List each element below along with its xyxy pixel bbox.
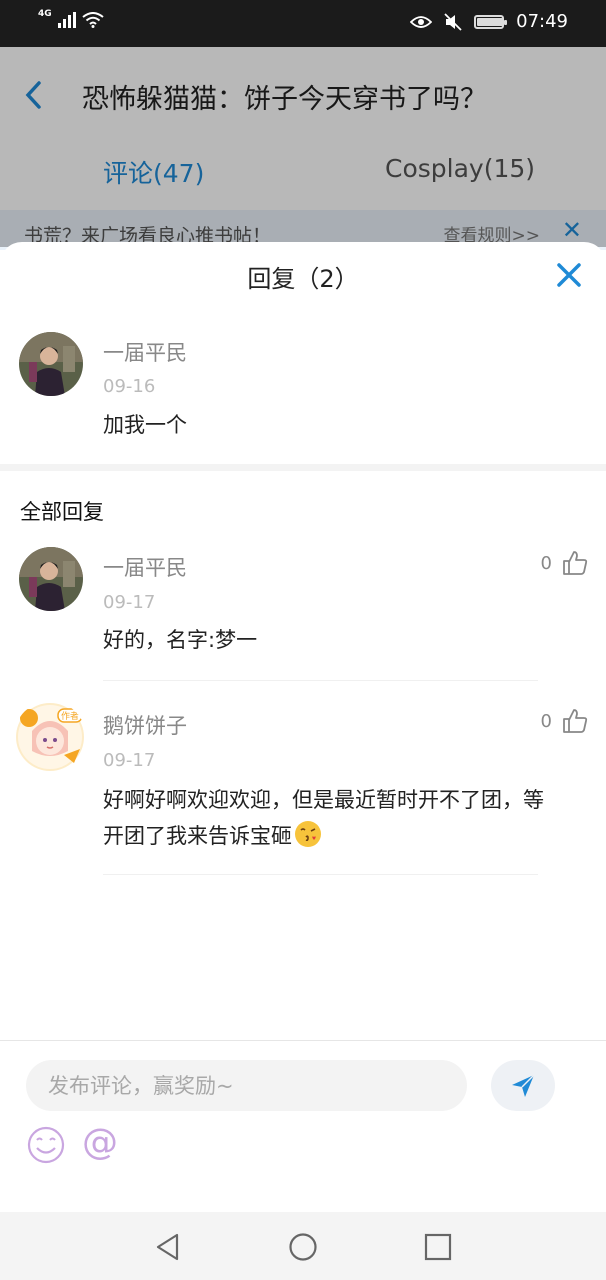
reply-author[interactable]: 一届平民 [103, 552, 187, 582]
like-count: 0 [540, 710, 552, 732]
like-button[interactable]: 0 [541, 550, 588, 576]
reply-text-body: 好啊好啊欢迎欢迎，但是最近暂时开不了团，等开团了我来告诉宝砸 [103, 788, 544, 848]
mention-icon[interactable]: @ [82, 1123, 122, 1163]
comment-composer: @ [0, 1040, 606, 1212]
author-badge: 作者 [61, 710, 79, 722]
close-icon[interactable] [554, 260, 584, 290]
comment-text: 加我一个 [103, 413, 187, 437]
row-divider [103, 874, 538, 875]
system-nav-bar [0, 1212, 606, 1280]
send-button[interactable] [491, 1060, 555, 1111]
comment-date: 09-16 [103, 376, 156, 397]
wifi-icon [82, 12, 104, 28]
comment-input[interactable] [26, 1060, 467, 1111]
emoji-icon[interactable] [26, 1125, 66, 1165]
reply-date: 09-17 [103, 592, 156, 613]
network-type: 4G [38, 9, 52, 19]
eye-icon [410, 15, 433, 28]
kiss-emoji-icon [295, 821, 321, 847]
battery-icon [474, 14, 508, 29]
avatar[interactable] [19, 547, 83, 611]
reply-author[interactable]: 鹅饼饼子 [103, 710, 187, 740]
nav-recents-icon[interactable] [423, 1232, 453, 1262]
modal-overlay[interactable] [0, 47, 606, 247]
clock: 07:49 [516, 11, 568, 32]
sheet-title: 回复（2） [247, 265, 359, 293]
nav-back-icon[interactable] [153, 1232, 183, 1262]
section-divider [0, 464, 606, 471]
like-count: 0 [540, 552, 552, 574]
thumbs-up-icon [563, 551, 588, 575]
status-bar: 4G 07:49 [0, 0, 606, 47]
nav-home-icon[interactable] [288, 1232, 318, 1262]
signal-icon [57, 12, 76, 28]
reply-text: 好的，名字:梦一 [103, 628, 258, 652]
author-avatar[interactable]: 作者 [14, 701, 86, 773]
mute-icon [444, 12, 462, 31]
send-icon [512, 1073, 535, 1097]
reply-date: 09-17 [103, 750, 156, 771]
like-button[interactable]: 0 [541, 708, 588, 734]
reply-text: 好啊好啊欢迎欢迎，但是最近暂时开不了团，等开团了我来告诉宝砸 [103, 782, 553, 854]
comment-author[interactable]: 一届平民 [103, 337, 187, 367]
thumbs-up-icon [563, 709, 588, 733]
all-replies-heading: 全部回复 [20, 500, 104, 524]
row-divider [103, 680, 538, 681]
avatar[interactable] [19, 332, 83, 396]
